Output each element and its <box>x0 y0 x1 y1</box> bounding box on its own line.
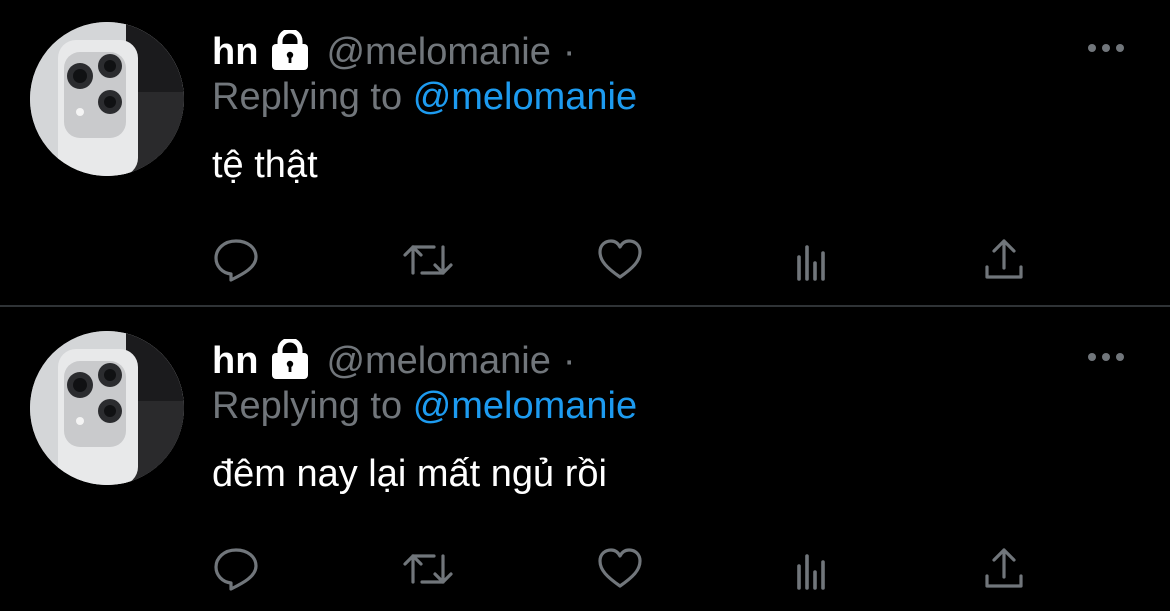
replying-mention-link[interactable]: @melomanie <box>413 385 637 427</box>
author-handle[interactable]: @melomanie <box>326 31 550 74</box>
like-icon[interactable] <box>592 541 648 597</box>
avatar-image <box>30 331 184 485</box>
tweet-text: tệ thật <box>212 144 318 186</box>
views-icon[interactable] <box>784 232 840 288</box>
retweet-icon[interactable] <box>400 541 456 597</box>
separator-dot: · <box>562 339 576 382</box>
lock-icon <box>268 337 312 383</box>
reply-icon[interactable] <box>208 541 264 597</box>
replying-prefix: Replying to <box>212 76 403 118</box>
views-icon[interactable] <box>784 541 840 597</box>
tweet-header: hn @melomanie · <box>212 335 576 387</box>
replying-to: Replying to @melomanie <box>212 385 637 428</box>
like-icon[interactable] <box>592 232 648 288</box>
tweet-divider <box>0 305 1170 307</box>
author-name[interactable]: hn <box>212 340 258 383</box>
avatar[interactable] <box>30 22 184 176</box>
replying-to: Replying to @melomanie <box>212 76 637 119</box>
more-icon[interactable] <box>1084 34 1128 62</box>
replying-mention-link[interactable]: @melomanie <box>413 76 637 118</box>
retweet-icon[interactable] <box>400 232 456 288</box>
tweet-feed: hn @melomanie · Replying to @melomanie t… <box>0 0 1170 611</box>
tweet-header: hn @melomanie · <box>212 26 576 78</box>
tweet[interactable]: hn @melomanie · Replying to @ <box>0 309 1170 611</box>
tweet[interactable]: hn @melomanie · Replying to @ <box>0 0 1170 305</box>
separator-dot: · <box>562 30 576 73</box>
share-icon[interactable] <box>976 541 1032 597</box>
tweet-text: đêm nay lại mất ngủ rồi <box>212 453 607 495</box>
replying-prefix: Replying to <box>212 385 403 427</box>
author-handle[interactable]: @melomanie <box>326 340 550 383</box>
reply-icon[interactable] <box>208 232 264 288</box>
share-icon[interactable] <box>976 232 1032 288</box>
avatar-image <box>30 22 184 176</box>
avatar[interactable] <box>30 331 184 485</box>
more-icon[interactable] <box>1084 343 1128 371</box>
lock-icon <box>268 28 312 74</box>
author-name[interactable]: hn <box>212 31 258 74</box>
